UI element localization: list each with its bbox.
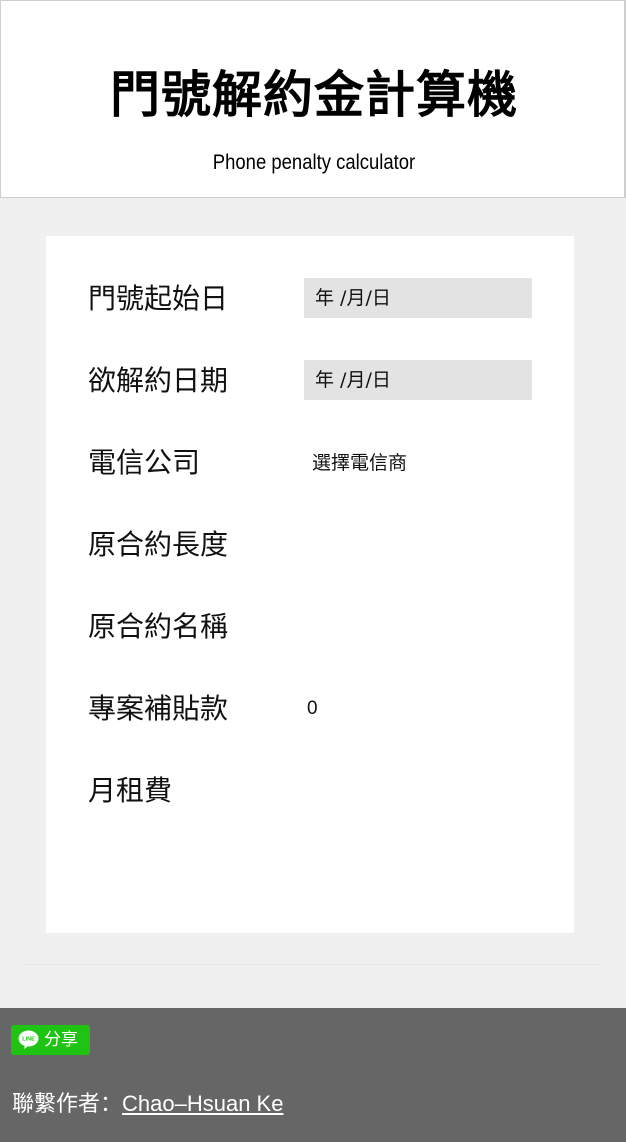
contract-length-label: 原合約長度 [88,528,229,561]
line-share-button[interactable]: LINE 分享 [11,1025,90,1055]
contract-name-label: 原合約名稱 [88,610,229,643]
contract-name-row: 原合約名稱 [46,602,574,652]
carrier-label: 電信公司 [88,446,201,479]
calculator-form: 門號起始日 年 /月/日 欲解約日期 年 /月/日 電信公司 選擇電信商 原合約… [46,236,574,933]
svg-text:LINE: LINE [22,1037,35,1043]
end-date-row: 欲解約日期 年 /月/日 [46,356,574,406]
start-date-input[interactable]: 年 /月/日 [304,278,532,318]
end-date-label: 欲解約日期 [88,364,229,397]
contact-prefix: 聯繫作者： [12,1092,123,1117]
subsidy-label: 專案補貼款 [88,692,229,725]
contact-author: 聯繫作者：Chao–Hsuan Ke [12,1089,283,1120]
page-title: 門號解約金計算機 [110,66,518,124]
carrier-row: 電信公司 選擇電信商 [46,438,574,488]
section-divider [24,964,600,965]
line-icon: LINE [18,1030,39,1049]
start-date-label: 門號起始日 [88,282,229,315]
monthly-fee-row: 月租費 [46,766,574,816]
subsidy-row: 專案補貼款 0 [46,684,574,734]
start-date-row: 門號起始日 年 /月/日 [46,274,574,324]
page-footer [0,1008,626,1142]
author-link[interactable]: Chao–Hsuan Ke [122,1091,283,1116]
page-header: 門號解約金計算機 Phone penalty calculator [0,0,626,198]
monthly-fee-label: 月租費 [88,774,173,807]
share-label: 分享 [44,1030,78,1050]
subsidy-value: 0 [307,698,318,719]
contract-length-row: 原合約長度 [46,520,574,570]
page-subtitle: Phone penalty calculator [212,151,416,174]
end-date-input[interactable]: 年 /月/日 [304,360,532,400]
carrier-select[interactable]: 選擇電信商 [312,448,407,478]
